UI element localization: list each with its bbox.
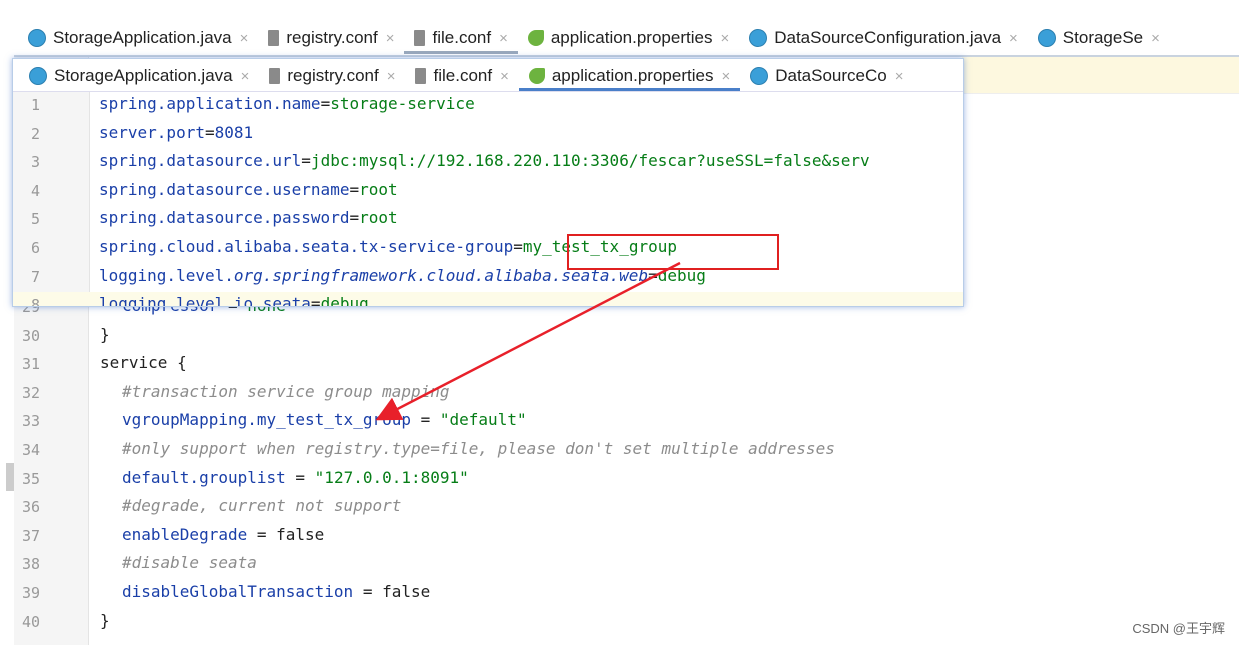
annotation-arrow xyxy=(375,261,681,421)
watermark: CSDN @王宇辉 xyxy=(1132,621,1225,636)
